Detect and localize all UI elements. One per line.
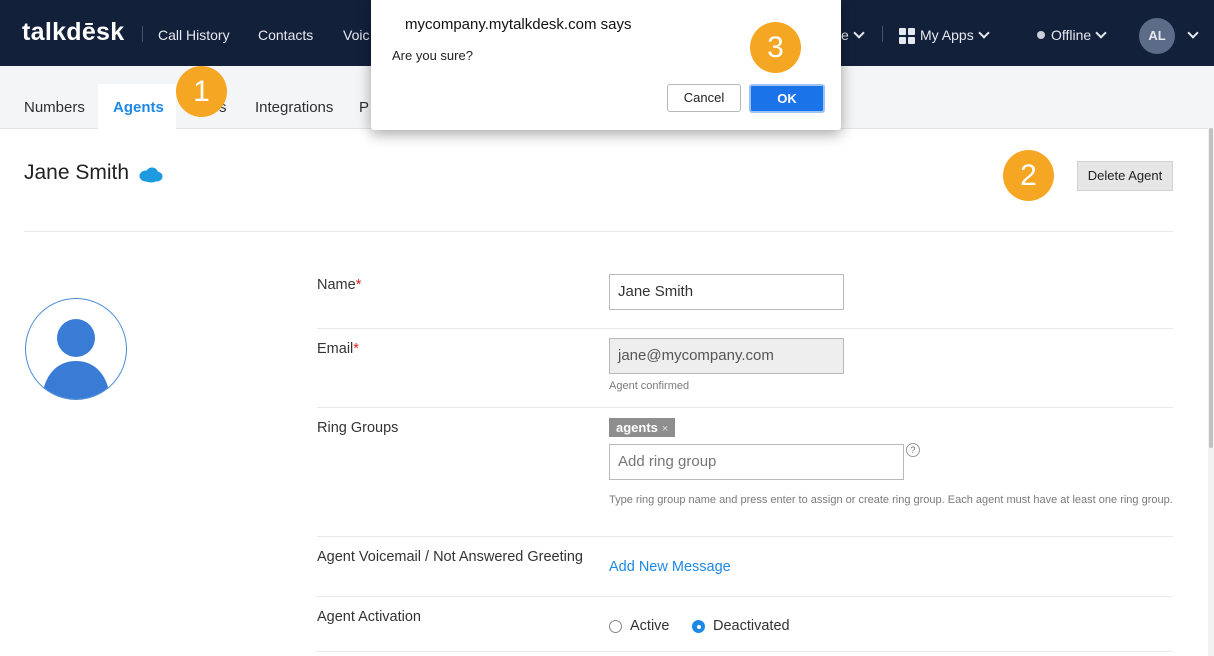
name-label: Name* (317, 277, 361, 293)
agent-name-title: Jane Smith (24, 161, 130, 184)
row-divider (317, 328, 1173, 329)
ring-group-hint: Type ring group name and press enter to … (609, 494, 1173, 506)
salesforce-cloud-icon (139, 167, 163, 183)
help-icon[interactable]: ? (906, 443, 920, 457)
user-avatar[interactable]: AL (1139, 18, 1175, 54)
nav-call-history[interactable]: Call History (158, 27, 230, 43)
step-badge-2: 2 (1003, 150, 1054, 201)
required-marker: * (353, 341, 359, 357)
chevron-down-icon (1095, 27, 1107, 39)
row-divider (317, 596, 1173, 597)
dialog-title: mycompany.mytalkdesk.com says (405, 16, 632, 33)
tab-numbers[interactable]: Numbers (24, 99, 85, 116)
user-menu-toggle[interactable] (1183, 27, 1199, 43)
status-dot-icon (1037, 31, 1045, 39)
remove-tag-icon[interactable]: × (662, 423, 668, 435)
apps-grid-icon (899, 28, 915, 44)
ring-group-tag: agents × (609, 418, 676, 437)
email-field[interactable]: jane@mycompany.com (609, 338, 844, 374)
status-label: Offline (1051, 27, 1092, 43)
row-divider (317, 651, 1173, 652)
activation-label: Agent Activation (317, 609, 421, 625)
chevron-down-icon (978, 27, 990, 39)
ring-group-input[interactable]: Add ring group (609, 444, 904, 480)
nav-more-label: e (841, 27, 849, 43)
radio-active[interactable] (609, 620, 622, 633)
email-label: Email* (317, 341, 359, 357)
name-field[interactable]: Jane Smith (609, 274, 844, 310)
dialog-ok-button[interactable]: OK (749, 84, 825, 113)
tab-integrations[interactable]: Integrations (255, 99, 333, 116)
talkdesk-logo[interactable]: talkdēsk (22, 18, 124, 47)
status-menu[interactable]: Offline (1037, 27, 1107, 43)
radio-deactivated[interactable] (692, 620, 705, 633)
email-hint: Agent confirmed (609, 380, 690, 392)
agent-avatar[interactable] (25, 298, 127, 400)
chevron-down-icon (1187, 27, 1199, 39)
voicemail-label: Agent Voicemail / Not Answered Greeting (317, 549, 583, 565)
my-apps-menu[interactable]: My Apps (920, 27, 990, 43)
nav-voice[interactable]: Voic (343, 27, 369, 43)
nav-contacts[interactable]: Contacts (258, 27, 313, 43)
scrollbar-thumb[interactable] (1209, 128, 1213, 448)
email-label-text: Email (317, 341, 354, 357)
nav-divider (142, 26, 143, 42)
step-badge-3: 3 (750, 22, 801, 73)
dialog-cancel-button[interactable]: Cancel (667, 84, 741, 112)
tab-agents[interactable]: Agents (113, 99, 164, 116)
radio-active-label: Active (630, 618, 670, 634)
ring-group-tag-label: agents (616, 420, 658, 435)
tab-partial-p[interactable]: P (359, 99, 369, 116)
step-badge-1: 1 (176, 66, 227, 117)
dialog-message: Are you sure? (392, 48, 473, 63)
delete-agent-button[interactable]: Delete Agent (1077, 161, 1173, 191)
chevron-down-icon (853, 27, 865, 39)
name-label-text: Name (317, 277, 356, 293)
nav-more-menu[interactable]: e (841, 27, 865, 43)
my-apps-label: My Apps (920, 27, 974, 43)
user-silhouette-icon (42, 319, 110, 399)
row-divider (317, 536, 1173, 537)
ring-groups-label: Ring Groups (317, 420, 399, 436)
nav-divider (882, 26, 883, 42)
required-marker: * (355, 277, 362, 293)
header-divider (24, 231, 1173, 232)
radio-deactivated-label: Deactivated (713, 618, 790, 634)
page-scrollbar[interactable] (1208, 128, 1214, 656)
add-new-message-link[interactable]: Add New Message (609, 559, 731, 575)
row-divider (317, 407, 1173, 408)
